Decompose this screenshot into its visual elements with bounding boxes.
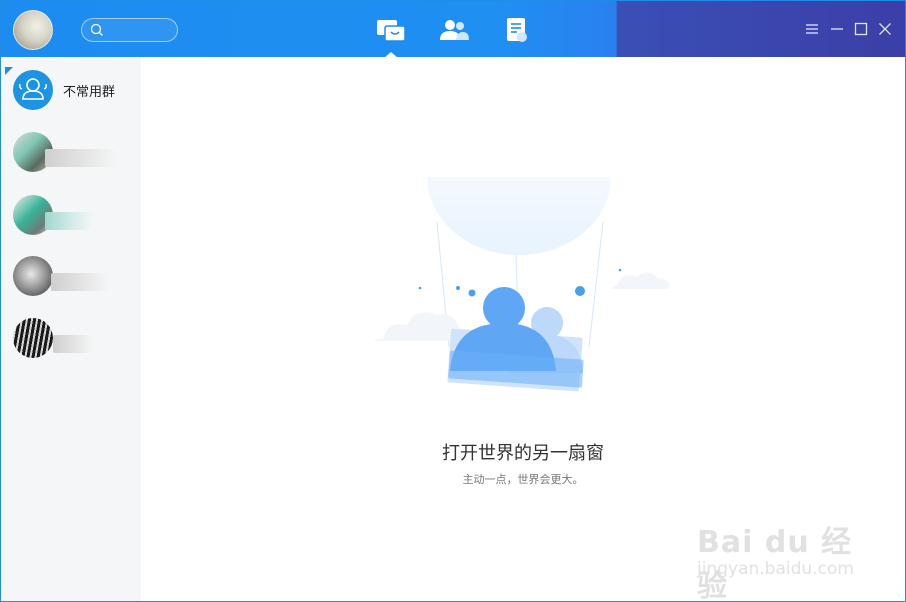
- list-item-label: 不常用群: [63, 85, 116, 100]
- message-icon: [377, 20, 406, 42]
- group-icon: [19, 78, 47, 100]
- balloon-illustration: [374, 157, 670, 392]
- contacts-icon: [440, 20, 469, 40]
- list-item[interactable]: [1, 245, 141, 307]
- list-item[interactable]: [1, 307, 141, 369]
- tab-documents[interactable]: [504, 17, 534, 43]
- baidu-jingyan-watermark: Bai du 经验 jingyan.baidu.com: [697, 499, 877, 601]
- group-avatar: [13, 70, 53, 110]
- blurred-name: [51, 273, 109, 291]
- tab-messages[interactable]: [376, 17, 406, 58]
- menu-icon: [806, 24, 818, 34]
- blurred-name: [45, 149, 117, 167]
- minimize-button[interactable]: [829, 21, 845, 37]
- blurred-name: [45, 212, 93, 230]
- close-icon: [879, 23, 891, 35]
- watermark-url: jingyan.baidu.com: [697, 559, 854, 579]
- conversation-list: 不常用群: [1, 57, 141, 601]
- maximize-button[interactable]: [853, 21, 869, 37]
- minimize-icon: [831, 28, 843, 30]
- empty-state-subtitle: 主动一点，世界会更大。: [462, 473, 584, 486]
- title-bar: [1, 1, 905, 58]
- close-button[interactable]: [877, 21, 893, 37]
- document-icon: [507, 18, 527, 42]
- empty-state-title: 打开世界的另一扇窗: [442, 443, 604, 464]
- list-item-infrequent-groups[interactable]: 不常用群: [1, 59, 141, 121]
- self-avatar[interactable]: [13, 10, 53, 50]
- app-window: 不常用群 打开世界的另一扇窗 主动一点，世界会更大。 Bai du 经验 jin…: [0, 0, 906, 602]
- list-item[interactable]: [1, 184, 141, 246]
- list-item[interactable]: [1, 121, 141, 183]
- tab-contacts[interactable]: [439, 17, 469, 43]
- search-icon: [90, 23, 103, 36]
- menu-button[interactable]: [804, 21, 820, 37]
- avatar: [13, 318, 53, 358]
- blurred-name: [53, 335, 93, 353]
- search-input[interactable]: [81, 18, 178, 42]
- maximize-icon: [854, 22, 868, 36]
- avatar: [13, 256, 53, 296]
